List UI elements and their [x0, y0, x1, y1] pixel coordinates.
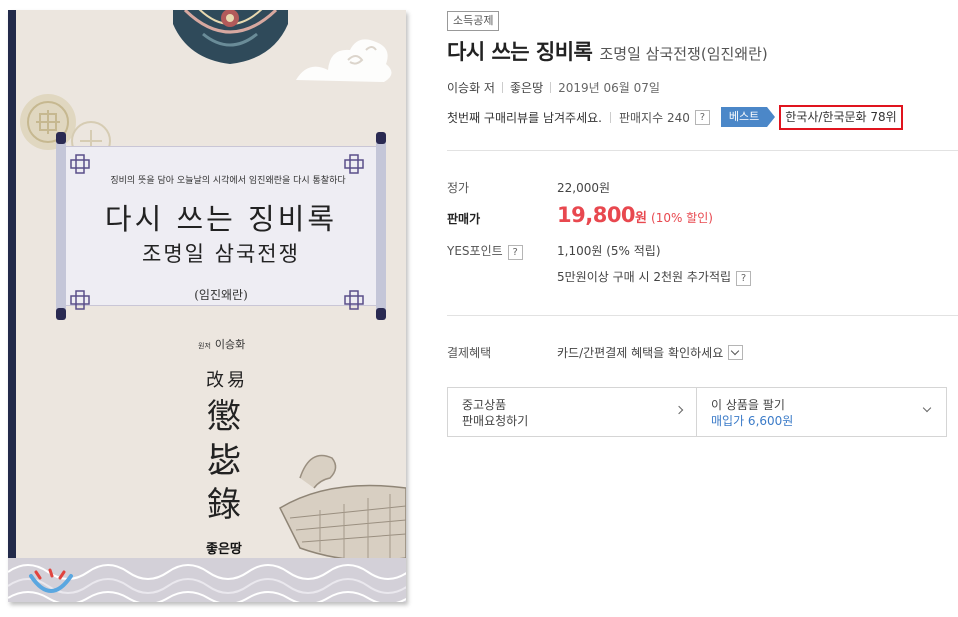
used-request-title: 중고상품	[462, 398, 507, 412]
dancheong-ornament-icon	[173, 10, 288, 64]
knot-ornament-icon	[344, 154, 364, 174]
yes-points-value: 1,100원 (5% 적립)	[557, 244, 661, 258]
sale-price: 19,800원 (10% 할인)	[557, 203, 713, 227]
sale-price-label: 판매가	[447, 212, 481, 226]
payment-benefit-text: 카드/간편결제 혜택을 확인하세요	[557, 346, 724, 360]
bestseller-rank[interactable]: 한국사/한국문화 78위	[779, 104, 903, 130]
cloud-ornament-icon	[296, 39, 392, 82]
divider	[550, 82, 552, 93]
sales-index-help-icon[interactable]: ?	[694, 109, 710, 125]
publish-date: 2019년 06월 07일	[558, 81, 660, 95]
payment-benefit-dropdown-icon[interactable]	[728, 345, 744, 360]
review-row: 첫번째 구매리뷰를 남겨주세요. 판매지수 240 ? 베스트 한국사/한국문화…	[447, 104, 903, 130]
yes-points-help-icon[interactable]: ?	[507, 245, 523, 260]
divider	[447, 315, 958, 316]
publisher-link[interactable]: 좋은땅	[510, 81, 543, 95]
bestseller-tag[interactable]: 베스트	[720, 107, 776, 127]
knot-ornament-icon	[70, 154, 90, 174]
sales-index: 판매지수 240	[618, 110, 690, 125]
points-extra-help-icon[interactable]: ?	[736, 271, 752, 286]
chevron-right-icon	[674, 405, 684, 415]
cover-author-prefix: 원저	[198, 342, 211, 350]
cover-title: 다시 쓰는 징비록	[104, 202, 338, 236]
divider	[609, 111, 611, 123]
used-request-button[interactable]: 중고상품 판매요청하기	[448, 388, 697, 436]
author-link[interactable]: 이승화 저	[447, 81, 495, 95]
sale-price-value: 19,800	[557, 203, 636, 227]
book-cover[interactable]: 징비의 뜻을 담아 오늘날의 시각에서 임진왜란을 다시 통찰하다 다시 쓰는 …	[8, 10, 408, 604]
cover-hanja-char: 懲	[207, 397, 241, 437]
yes-points-label: YES포인트?	[447, 242, 523, 260]
list-price-value: 22,000원	[557, 181, 611, 195]
cover-author-name: 이승화	[214, 338, 246, 351]
income-deduction-badge: 소득공제	[447, 11, 500, 31]
cover-author: 원저 이승화	[198, 336, 245, 352]
yes-points-label-text: YES포인트	[447, 244, 503, 258]
divider	[447, 150, 958, 151]
product-subtitle: 조명일 삼국전쟁(임진왜란)	[599, 45, 768, 63]
book-cover-image[interactable]: 징비의 뜻을 담아 오늘날의 시각에서 임진왜란을 다시 통찰하다 다시 쓰는 …	[8, 10, 406, 602]
payment-benefit-label: 결제혜택	[447, 346, 492, 360]
product-title: 다시 쓰는 징비록 조명일 삼국전쟁(임진왜란)	[447, 36, 768, 66]
cover-title-secondary: 조명일 삼국전쟁	[142, 242, 300, 266]
points-extra: 5만원이상 구매 시 2천원 추가적립?	[557, 268, 752, 286]
turtle-ship-illustration-icon	[279, 454, 406, 562]
write-review-link[interactable]: 첫번째 구매리뷰를 남겨주세요.	[447, 109, 602, 126]
points-extra-text: 5만원이상 구매 시 2천원 추가적립	[557, 270, 732, 284]
sell-item-title: 이 상품을 팔기	[711, 398, 785, 412]
product-meta: 이승화 저 좋은땅 2019년 06월 07일	[447, 79, 660, 96]
buyback-price: 매입가 6,600원	[711, 414, 794, 428]
smiley-sticker-icon	[29, 568, 73, 593]
used-request-sub: 판매요청하기	[462, 414, 529, 428]
divider	[501, 82, 503, 93]
sale-price-unit: 원	[635, 211, 648, 226]
cover-title-tertiary: (임진왜란)	[194, 288, 248, 302]
cover-hanja-title: 懲 毖 錄	[204, 395, 244, 527]
payment-benefit: 카드/간편결제 혜택을 확인하세요	[557, 344, 744, 361]
cover-hanja-char: 毖	[207, 441, 241, 481]
cover-subtitle: 징비의 뜻을 담아 오늘날의 시각에서 임진왜란을 다시 통찰하다	[110, 176, 346, 186]
product-title-main: 다시 쓰는 징비록	[447, 40, 593, 64]
cover-hanja-char: 錄	[207, 485, 241, 525]
cover-spine	[8, 10, 16, 602]
discount-rate: (10% 할인)	[651, 211, 713, 225]
list-price-label: 정가	[447, 181, 470, 195]
used-goods-box: 중고상품 판매요청하기 이 상품을 팔기 매입가 6,600원	[447, 387, 947, 437]
chevron-down-icon	[922, 403, 932, 413]
cover-hanja-small: 改易	[206, 370, 248, 391]
cover-publisher-logo: 좋은땅	[206, 542, 242, 557]
sell-item-button[interactable]: 이 상품을 팔기 매입가 6,600원	[697, 388, 946, 436]
